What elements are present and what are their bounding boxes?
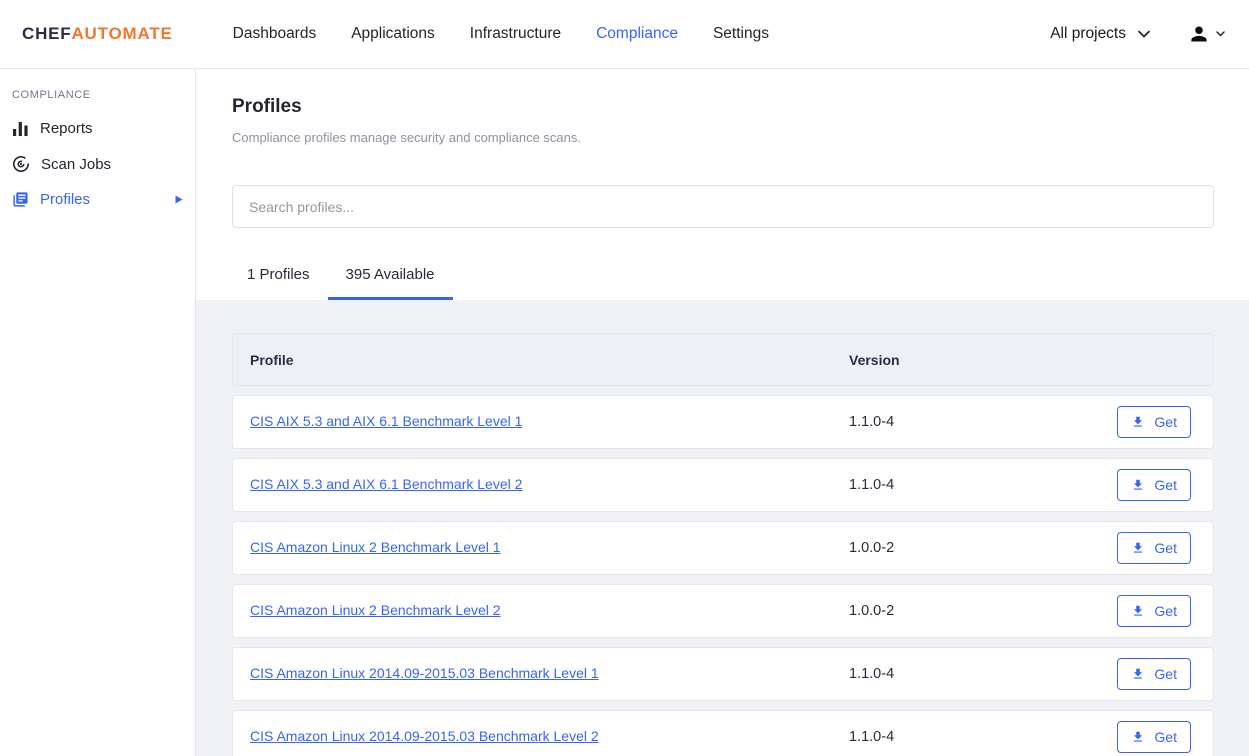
- get-button-label: Get: [1154, 603, 1177, 619]
- profile-version: 1.0.0-2: [849, 603, 894, 619]
- sidebar-item-label: Profiles: [40, 191, 90, 208]
- download-icon: [1131, 730, 1145, 744]
- column-header-profile: Profile: [233, 352, 849, 368]
- download-icon: [1131, 604, 1145, 618]
- get-button-label: Get: [1154, 729, 1177, 745]
- get-button-label: Get: [1154, 477, 1177, 493]
- profile-version: 1.1.0-4: [849, 477, 894, 493]
- profile-link[interactable]: CIS Amazon Linux 2014.09-2015.03 Benchma…: [250, 728, 599, 744]
- profile-version: 1.1.0-4: [849, 729, 894, 745]
- get-button-label: Get: [1154, 666, 1177, 682]
- download-icon: [1131, 415, 1145, 429]
- get-button[interactable]: Get: [1117, 595, 1191, 627]
- table-row: CIS Amazon Linux 2014.09-2015.03 Benchma…: [232, 647, 1214, 701]
- download-icon: [1131, 478, 1145, 492]
- table-area: Profile Version CIS AIX 5.3 and AIX 6.1 …: [196, 300, 1249, 756]
- nav-infrastructure[interactable]: Infrastructure: [470, 25, 561, 43]
- triangle-right-icon: [175, 195, 183, 204]
- sidebar-item-reports[interactable]: Reports: [0, 111, 195, 146]
- profile-link[interactable]: CIS AIX 5.3 and AIX 6.1 Benchmark Level …: [250, 413, 522, 429]
- get-button[interactable]: Get: [1117, 532, 1191, 564]
- nav-compliance[interactable]: Compliance: [596, 25, 678, 43]
- nav-settings[interactable]: Settings: [713, 25, 769, 43]
- profile-version: 1.0.0-2: [849, 540, 894, 556]
- tab-my-profiles[interactable]: 1 Profiles: [232, 266, 328, 300]
- sidebar-item-scan-jobs[interactable]: Scan Jobs: [0, 146, 195, 182]
- get-button-label: Get: [1154, 540, 1177, 556]
- main-content: Profiles Compliance profiles manage secu…: [196, 69, 1249, 756]
- column-header-version: Version: [849, 352, 1213, 368]
- get-button-label: Get: [1154, 414, 1177, 430]
- projects-filter-label: All projects: [1050, 25, 1126, 43]
- get-button[interactable]: Get: [1117, 406, 1191, 438]
- page-subtitle: Compliance profiles manage security and …: [232, 130, 1214, 145]
- table-row: CIS AIX 5.3 and AIX 6.1 Benchmark Level …: [232, 395, 1214, 449]
- tab-available[interactable]: 395 Available: [328, 266, 453, 300]
- get-button[interactable]: Get: [1117, 469, 1191, 501]
- get-button[interactable]: Get: [1117, 721, 1191, 753]
- primary-nav: Dashboards Applications Infrastructure C…: [233, 25, 769, 43]
- bar-chart-icon: [12, 120, 29, 137]
- table-row: CIS Amazon Linux 2 Benchmark Level 1 1.0…: [232, 521, 1214, 575]
- library-icon: [12, 191, 29, 208]
- app-logo: CHEFAUTOMATE: [22, 24, 173, 44]
- table-row: CIS AIX 5.3 and AIX 6.1 Benchmark Level …: [232, 458, 1214, 512]
- download-icon: [1131, 667, 1145, 681]
- get-button[interactable]: Get: [1117, 658, 1191, 690]
- nav-dashboards[interactable]: Dashboards: [233, 25, 317, 43]
- profiles-tabs: 1 Profiles 395 Available: [232, 266, 1214, 300]
- profile-link[interactable]: CIS Amazon Linux 2 Benchmark Level 1: [250, 539, 501, 555]
- user-menu[interactable]: [1188, 23, 1225, 45]
- profile-link[interactable]: CIS Amazon Linux 2014.09-2015.03 Benchma…: [250, 665, 599, 681]
- table-row: CIS Amazon Linux 2 Benchmark Level 2 1.0…: [232, 584, 1214, 638]
- logo-chef: CHEF: [22, 24, 71, 44]
- chevron-down-icon: [1216, 31, 1225, 37]
- search-input[interactable]: [232, 185, 1214, 228]
- sidebar-section-label: COMPLIANCE: [0, 89, 195, 101]
- table-header-row: Profile Version: [232, 333, 1214, 386]
- download-icon: [1131, 541, 1145, 555]
- profile-link[interactable]: CIS AIX 5.3 and AIX 6.1 Benchmark Level …: [250, 476, 522, 492]
- table-row: CIS Amazon Linux 2014.09-2015.03 Benchma…: [232, 710, 1214, 756]
- profile-version: 1.1.0-4: [849, 666, 894, 682]
- user-avatar-icon: [1188, 23, 1210, 45]
- sidebar-item-profiles[interactable]: Profiles: [0, 182, 195, 217]
- sidebar-item-label: Scan Jobs: [41, 156, 111, 173]
- page-header-area: Profiles Compliance profiles manage secu…: [196, 69, 1249, 300]
- profile-version: 1.1.0-4: [849, 414, 894, 430]
- nav-right: All projects: [1050, 23, 1225, 45]
- page-title: Profiles: [232, 96, 1214, 118]
- nav-applications[interactable]: Applications: [351, 25, 435, 43]
- radar-icon: [12, 155, 30, 173]
- profile-link[interactable]: CIS Amazon Linux 2 Benchmark Level 2: [250, 602, 501, 618]
- logo-automate: AUTOMATE: [71, 24, 172, 44]
- chevron-down-icon: [1138, 30, 1150, 38]
- projects-filter-dropdown[interactable]: All projects: [1050, 25, 1150, 43]
- top-nav: CHEFAUTOMATE Dashboards Applications Inf…: [0, 0, 1249, 69]
- sidebar: COMPLIANCE Reports Scan Jobs Profiles: [0, 69, 196, 756]
- sidebar-item-label: Reports: [40, 120, 93, 137]
